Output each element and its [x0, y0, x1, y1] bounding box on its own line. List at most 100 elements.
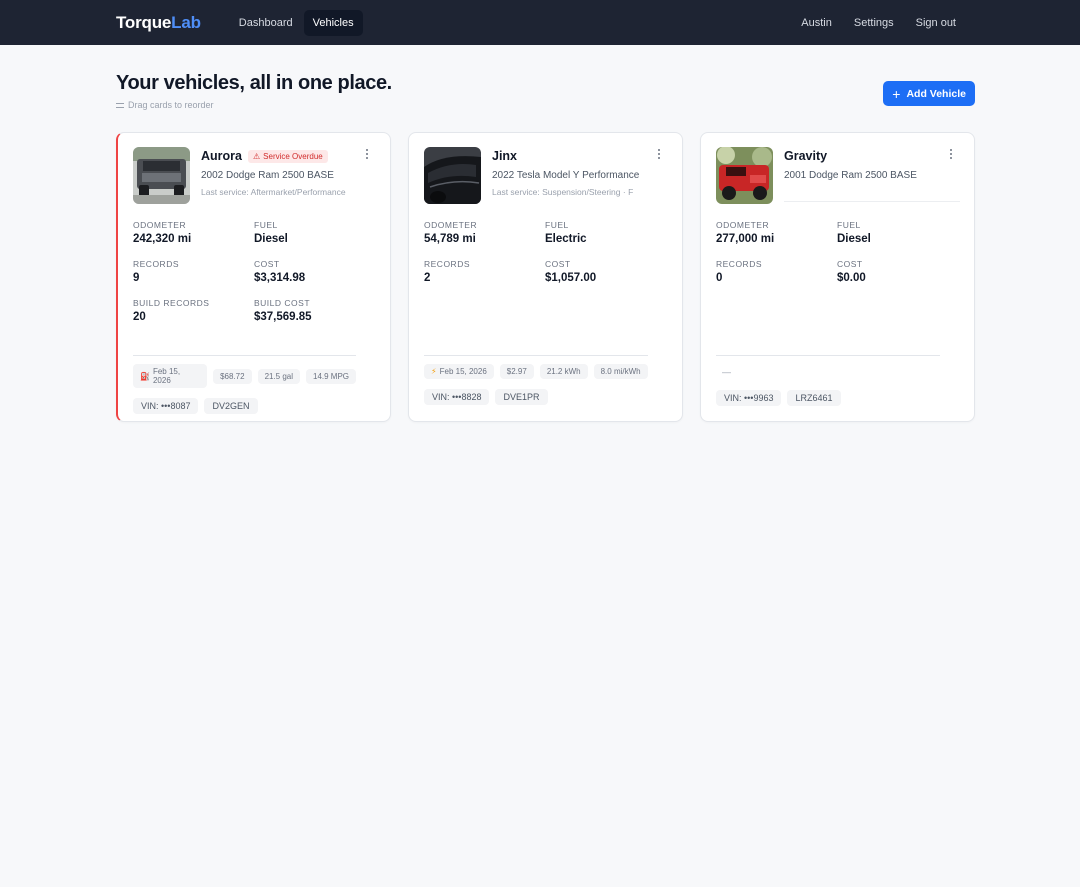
vehicle-model: 2001 Dodge Ram 2500 BASE [784, 170, 917, 181]
main-content: Your vehicles, all in one place. Drag ca… [0, 45, 1080, 422]
stat-label: FUEL [837, 220, 861, 230]
vehicle-stats: ODOMETER 277,000 mi FUEL Diesel RECORDS … [716, 220, 960, 284]
charge-cost-chip: $2.97 [499, 364, 534, 379]
card-footer: ⛽ Feb 15, 2026 $68.72 21.5 gal 14.9 MPG … [133, 355, 357, 414]
stat-fuel: FUEL Electric [545, 220, 666, 245]
charge-date-chip: ⚡ Feb 15, 2026 [424, 364, 494, 379]
vehicle-card-aurora[interactable]: Aurora ⚠ Service Overdue 2002 Dodge Ram … [116, 132, 391, 422]
vin-chip: VIN: •••8828 [424, 389, 490, 405]
card-footer: — VIN: •••9963 LRZ6461 [716, 355, 940, 406]
nav-user[interactable]: Austin [792, 10, 841, 36]
stat-value: 242,320 mi [133, 233, 192, 245]
brand-logo[interactable]: TorqueLab [116, 13, 201, 33]
vin-chip: VIN: •••9963 [716, 390, 782, 406]
stat-label: BUILD COST [254, 298, 311, 308]
stat-value: $1,057.00 [545, 272, 597, 284]
divider [133, 355, 356, 356]
stat-label: COST [545, 259, 571, 269]
stat-build-records: BUILD RECORDS 20 [133, 298, 254, 323]
stat-label: ODOMETER [424, 220, 478, 230]
vehicle-card-gravity[interactable]: Gravity 2001 Dodge Ram 2500 BASE ODOMETE… [700, 132, 975, 422]
more-options-icon[interactable] [950, 149, 954, 159]
more-options-icon[interactable] [366, 149, 370, 159]
fillup-date-chip: ⛽ Feb 15, 2026 [133, 364, 208, 388]
last-charge: ⚡ Feb 15, 2026 $2.97 21.2 kWh 8.0 mi/kWh [424, 364, 648, 379]
last-fillup: ⛽ Feb 15, 2026 $68.72 21.5 gal 14.9 MPG [133, 364, 357, 388]
stat-label: FUEL [254, 220, 278, 230]
page-header: Your vehicles, all in one place. Drag ca… [116, 72, 975, 110]
brand-name-lab: Lab [171, 12, 201, 32]
brand-name-torque: Torque [116, 12, 172, 32]
stat-odometer: ODOMETER 54,789 mi [424, 220, 545, 245]
stat-label: RECORDS [424, 259, 471, 269]
last-service: Last service: Suspension/Steering · F [492, 187, 634, 197]
stat-value: 277,000 mi [716, 233, 775, 245]
drag-hint: Drag cards to reorder [116, 100, 392, 110]
stat-value: $37,569.85 [254, 311, 312, 323]
stat-value: Diesel [837, 233, 871, 245]
stat-fuel: FUEL Diesel [837, 220, 958, 245]
vehicle-model: 2022 Tesla Model Y Performance [492, 170, 640, 181]
nav-dashboard[interactable]: Dashboard [230, 10, 302, 36]
vehicle-stats: ODOMETER 54,789 mi FUEL Electric RECORDS… [424, 220, 668, 284]
stat-value: $0.00 [837, 272, 866, 284]
vehicle-ids: VIN: •••8828 DVE1PR [424, 389, 648, 405]
stat-value: 9 [133, 272, 140, 284]
vehicle-ids: VIN: •••8087 DV2GEN [133, 398, 356, 414]
stat-odometer: ODOMETER 242,320 mi [133, 220, 254, 245]
stat-cost: COST $0.00 [837, 259, 958, 284]
add-vehicle-button[interactable]: + Add Vehicle [883, 81, 975, 106]
stat-label: ODOMETER [716, 220, 770, 230]
title-block: Your vehicles, all in one place. Drag ca… [116, 72, 392, 110]
stat-value: Diesel [254, 233, 288, 245]
stat-value: Electric [545, 233, 587, 245]
nav-settings[interactable]: Settings [845, 10, 903, 36]
no-fillup-placeholder: — [722, 367, 731, 377]
stat-cost: COST $3,314.98 [254, 259, 375, 284]
stat-value: $3,314.98 [254, 272, 306, 284]
vehicle-model: 2002 Dodge Ram 2500 BASE [201, 170, 334, 181]
last-service: Last service: Aftermarket/Performance [201, 187, 346, 197]
drag-hint-text: Drag cards to reorder [128, 100, 214, 110]
warning-icon: ⚠ [252, 151, 261, 161]
charge-amount-chip: 21.2 kWh [539, 364, 588, 379]
efficiency-chip: 14.9 MPG [306, 368, 357, 384]
stat-cost: COST $1,057.00 [545, 259, 666, 284]
lightning-bolt-icon: ⚡ [431, 367, 437, 376]
last-fillup: — [716, 364, 940, 380]
nav-sign-out[interactable]: Sign out [907, 10, 965, 36]
stat-build-cost: BUILD COST $37,569.85 [254, 298, 375, 323]
fillup-amount-chip: 21.5 gal [257, 368, 301, 384]
vehicle-photo [133, 147, 190, 204]
vehicle-stats: ODOMETER 242,320 mi FUEL Diesel RECORDS … [133, 220, 376, 323]
vehicle-cards: Aurora ⚠ Service Overdue 2002 Dodge Ram … [116, 132, 975, 422]
drag-handle-icon [116, 102, 124, 108]
charge-date: Feb 15, 2026 [439, 367, 487, 376]
add-vehicle-label: Add Vehicle [906, 87, 966, 100]
vehicle-name[interactable]: Gravity [784, 149, 827, 163]
stat-value: 2 [424, 272, 431, 284]
stat-fuel: FUEL Diesel [254, 220, 375, 245]
plus-icon: + [892, 85, 901, 102]
stat-records: RECORDS 9 [133, 259, 254, 284]
plate-chip: DVE1PR [495, 389, 548, 405]
stat-value: 0 [716, 272, 723, 284]
stat-odometer: ODOMETER 277,000 mi [716, 220, 837, 245]
vehicle-name[interactable]: Aurora [201, 149, 242, 163]
vehicle-card-jinx[interactable]: Jinx 2022 Tesla Model Y Performance Last… [408, 132, 683, 422]
fillup-cost-chip: $68.72 [213, 368, 252, 384]
more-options-icon[interactable] [658, 149, 662, 159]
service-overdue-badge: ⚠ Service Overdue [247, 149, 328, 163]
vehicle-photo [716, 147, 773, 204]
fuel-pump-icon: ⛽ [140, 371, 150, 381]
vehicle-name[interactable]: Jinx [492, 149, 517, 163]
fillup-date: Feb 15, 2026 [152, 367, 181, 385]
plate-chip: DV2GEN [204, 398, 258, 414]
card-footer: ⚡ Feb 15, 2026 $2.97 21.2 kWh 8.0 mi/kWh… [424, 355, 648, 405]
nav-vehicles[interactable]: Vehicles [303, 9, 363, 36]
vehicle-photo [424, 147, 481, 204]
badge-label: Service Overdue [263, 151, 323, 161]
plate-chip: LRZ6461 [787, 390, 841, 406]
divider [716, 355, 940, 356]
stat-value: 54,789 mi [424, 233, 476, 245]
